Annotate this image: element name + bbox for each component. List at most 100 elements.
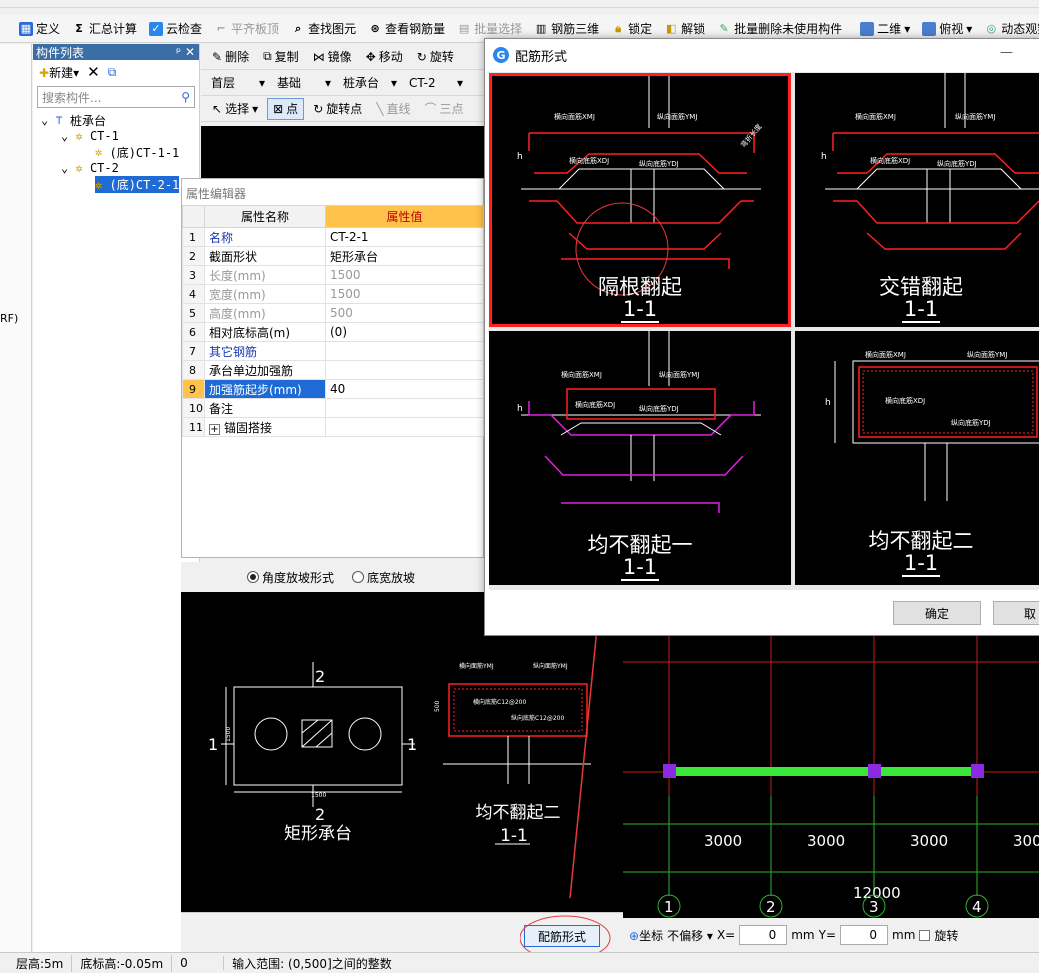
- tree-item[interactable]: ⌄ ✲ CT-2: [33, 160, 199, 176]
- rebar-label: 横向底筋XDJ: [575, 400, 615, 409]
- lock-button[interactable]: 🔒︎ 锁定: [606, 18, 657, 40]
- rebar-label: 弯折长度: [739, 122, 764, 149]
- rebar-3d-icon: ▥: [535, 21, 547, 35]
- rotate-button[interactable]: ↻ 旋转: [412, 46, 459, 68]
- table-row[interactable]: 2 截面形状 矩形承台: [182, 246, 484, 266]
- search-icon[interactable]: ⚲: [181, 90, 190, 104]
- slope-options: 角度放坡形式 底宽放坡: [181, 562, 484, 592]
- batch-select-button[interactable]: ▤ 批量选择: [452, 18, 527, 40]
- new-button[interactable]: ✚新建▾: [39, 64, 79, 81]
- rebar-label: 横向面筋XMJ: [855, 112, 896, 121]
- index-header: [182, 205, 205, 228]
- plan-title: 矩形承台: [284, 824, 352, 844]
- table-row[interactable]: 1 名称 CT-2-1: [182, 227, 484, 247]
- table-row[interactable]: 10 备注: [182, 398, 484, 418]
- collapse-icon[interactable]: ⌄: [41, 113, 48, 127]
- table-row[interactable]: 3 长度(mm) 1500: [182, 265, 484, 285]
- unlock-button[interactable]: ◧ 解锁: [659, 18, 710, 40]
- rebar-3d-button[interactable]: ▥ 钢筋三维: [529, 18, 604, 40]
- batch-delete-button[interactable]: ✎ 批量删除未使用构件: [712, 18, 847, 40]
- cancel-button[interactable]: 取: [993, 601, 1039, 625]
- element-dropdown[interactable]: CT-2 ▾: [405, 73, 467, 93]
- view-2d-dropdown[interactable]: 二维 ▾: [855, 18, 915, 40]
- layer-toolbar: 首层 ▾ 基础 ▾ 桩承台 ▾ CT-2 ▾: [201, 70, 486, 96]
- offset-dropdown[interactable]: 不偏移 ▾: [667, 927, 713, 944]
- bottom-width-slope-radio[interactable]: 底宽放坡: [352, 569, 415, 586]
- three-point-button[interactable]: ⌒ 三点: [420, 98, 469, 120]
- sigma-icon: Σ: [75, 21, 83, 35]
- move-button[interactable]: ✥ 移动: [361, 46, 408, 68]
- draw-toolbar: ↖ 选择 ▾ ⊠ 点 ↻ 旋转点 ╲ 直线 ⌒ 三点: [201, 96, 486, 122]
- bottom-elevation: 底标高:-0.05m: [72, 954, 173, 972]
- tree-item-selected[interactable]: ✲ (底)CT-2-1: [33, 175, 199, 193]
- minimize-icon[interactable]: —: [1000, 45, 1013, 60]
- sum-calc-button[interactable]: Σ 汇总计算: [67, 18, 142, 40]
- rebar-option-no-lift-two[interactable]: 横向面筋XMJ 纵向面筋YMJ 横向底筋XDJ 纵向底筋YDJ h 均不翻起二 …: [795, 331, 1039, 585]
- tree-item[interactable]: ⌄ ✲ CT-1: [33, 128, 199, 144]
- property-editor-title: 属性编辑器: [186, 187, 247, 201]
- rebar-label: 纵向面筋YMJ: [955, 112, 995, 121]
- tree-item[interactable]: ✲ (底)CT-1-1: [33, 144, 199, 160]
- search-input[interactable]: 搜索构件... ⚲: [37, 86, 195, 108]
- floor-dropdown[interactable]: 首层 ▾: [207, 73, 269, 93]
- select-dropdown[interactable]: ↖ 选择 ▾: [207, 98, 263, 120]
- expand-icon[interactable]: +: [209, 423, 220, 435]
- rotate-point-button[interactable]: ↻ 旋转点: [308, 98, 367, 120]
- rotate-checkbox[interactable]: [919, 929, 931, 941]
- rebar-label: 横向面筋XMJ: [561, 370, 602, 379]
- collapse-icon[interactable]: ⌄: [61, 161, 68, 175]
- table-row[interactable]: 5 高度(mm) 500: [182, 303, 484, 323]
- collapse-icon[interactable]: ⌄: [61, 129, 68, 143]
- ok-button[interactable]: 确定: [893, 601, 981, 625]
- mirror-button[interactable]: ⋈ 镜像: [308, 46, 357, 68]
- table-row[interactable]: 8 承台单边加强筋: [182, 360, 484, 380]
- close-icon[interactable]: ✕: [185, 45, 195, 59]
- cad-canvas[interactable]: 3000 3000 3000 300 12000 1 2 3 4: [623, 636, 1039, 918]
- view-rebar-qty-button[interactable]: ⊛ 查看钢筋量: [363, 18, 450, 40]
- rebar-option-staggered-lift[interactable]: 横向面筋XMJ 纵向面筋YMJ 横向底筋XDJ 纵向底筋YDJ h 交错翻起 1…: [795, 73, 1039, 327]
- pin-icon[interactable]: ᵖ: [176, 45, 181, 59]
- find-elem-button[interactable]: ⌕ 查找图元: [286, 18, 361, 40]
- axis-label: 4: [972, 898, 982, 916]
- component-panel: 构件列表 ᵖ ✕ ✚新建▾ ✕ ⧉ 搜索构件... ⚲ ⌄ ⊤ 桩承台 ⌄ ✲ …: [33, 44, 200, 952]
- dynamic-view-button[interactable]: ◎动态观察: [979, 18, 1039, 40]
- cad-canvas-top[interactable]: [201, 126, 486, 178]
- chevron-down-icon: ▾: [390, 75, 397, 90]
- point-button[interactable]: ⊠ 点: [267, 97, 305, 120]
- table-row-selected[interactable]: 9 加强筋起步(mm) 40: [182, 379, 484, 399]
- span-dim: 3000: [910, 832, 948, 850]
- copy-button[interactable]: ⧉ 复制: [258, 46, 304, 68]
- category-dropdown[interactable]: 基础 ▾: [273, 73, 335, 93]
- table-row[interactable]: 11 + 锚固搭接: [182, 417, 484, 437]
- edit-toolbar: ✎ 删除 ⧉ 复制 ⋈ 镜像 ✥ 移动 ↻ 旋转: [201, 44, 486, 70]
- flat-slab-button[interactable]: ⌐ 平齐板顶: [209, 18, 284, 40]
- option-sub: 1-1: [620, 297, 660, 323]
- angle-slope-radio[interactable]: 角度放坡形式: [247, 569, 334, 586]
- table-row[interactable]: 4 宽度(mm) 1500: [182, 284, 484, 304]
- cloud-check-button[interactable]: ✓ 云检查: [144, 18, 207, 40]
- line-button[interactable]: ╲ 直线: [371, 98, 415, 120]
- option-sub: 1-1: [901, 297, 941, 323]
- cap-icon: ⊤: [55, 113, 63, 127]
- rebar-option-alternate-lift[interactable]: 横向面筋XMJ 纵向面筋YMJ 横向底筋XDJ 纵向底筋YDJ 弯折长度 h 隔…: [489, 73, 791, 327]
- component-tree: ⌄ ⊤ 桩承台 ⌄ ✲ CT-1 ✲ (底)CT-1-1 ⌄ ✲ CT-2 ✲ …: [33, 112, 199, 193]
- rebar-label: 纵向底筋YDJ: [951, 418, 991, 427]
- copy-icon[interactable]: ⧉: [108, 65, 117, 80]
- delete-button[interactable]: ✎ 删除: [207, 46, 254, 68]
- rebar-label: 纵向底筋YDJ: [937, 159, 977, 168]
- rebar-label: 横向底筋XDJ: [870, 156, 910, 165]
- type-dropdown[interactable]: 桩承台 ▾: [339, 73, 401, 93]
- y-input[interactable]: 0: [840, 925, 889, 945]
- table-row[interactable]: 7 其它钢筋: [182, 341, 484, 361]
- plan-dim: 1500: [225, 727, 232, 742]
- view-top-dropdown[interactable]: 俯视 ▾: [917, 18, 977, 40]
- top-view-icon: [922, 21, 937, 36]
- tree-root[interactable]: ⌄ ⊤ 桩承台: [33, 112, 199, 128]
- x-input[interactable]: 0: [739, 925, 788, 945]
- define-button[interactable]: ▦ 定义: [14, 18, 65, 40]
- chevron-down-icon: ▾: [966, 21, 973, 36]
- rebar-label: 纵向底筋YDJ: [639, 404, 679, 413]
- rebar-option-no-lift-one[interactable]: 横向面筋XMJ 纵向面筋YMJ 横向底筋XDJ 纵向底筋YDJ h 均不翻起一 …: [489, 331, 791, 585]
- table-row[interactable]: 6 相对底标高(m) (0): [182, 322, 484, 342]
- delete-icon[interactable]: ✕: [87, 63, 100, 81]
